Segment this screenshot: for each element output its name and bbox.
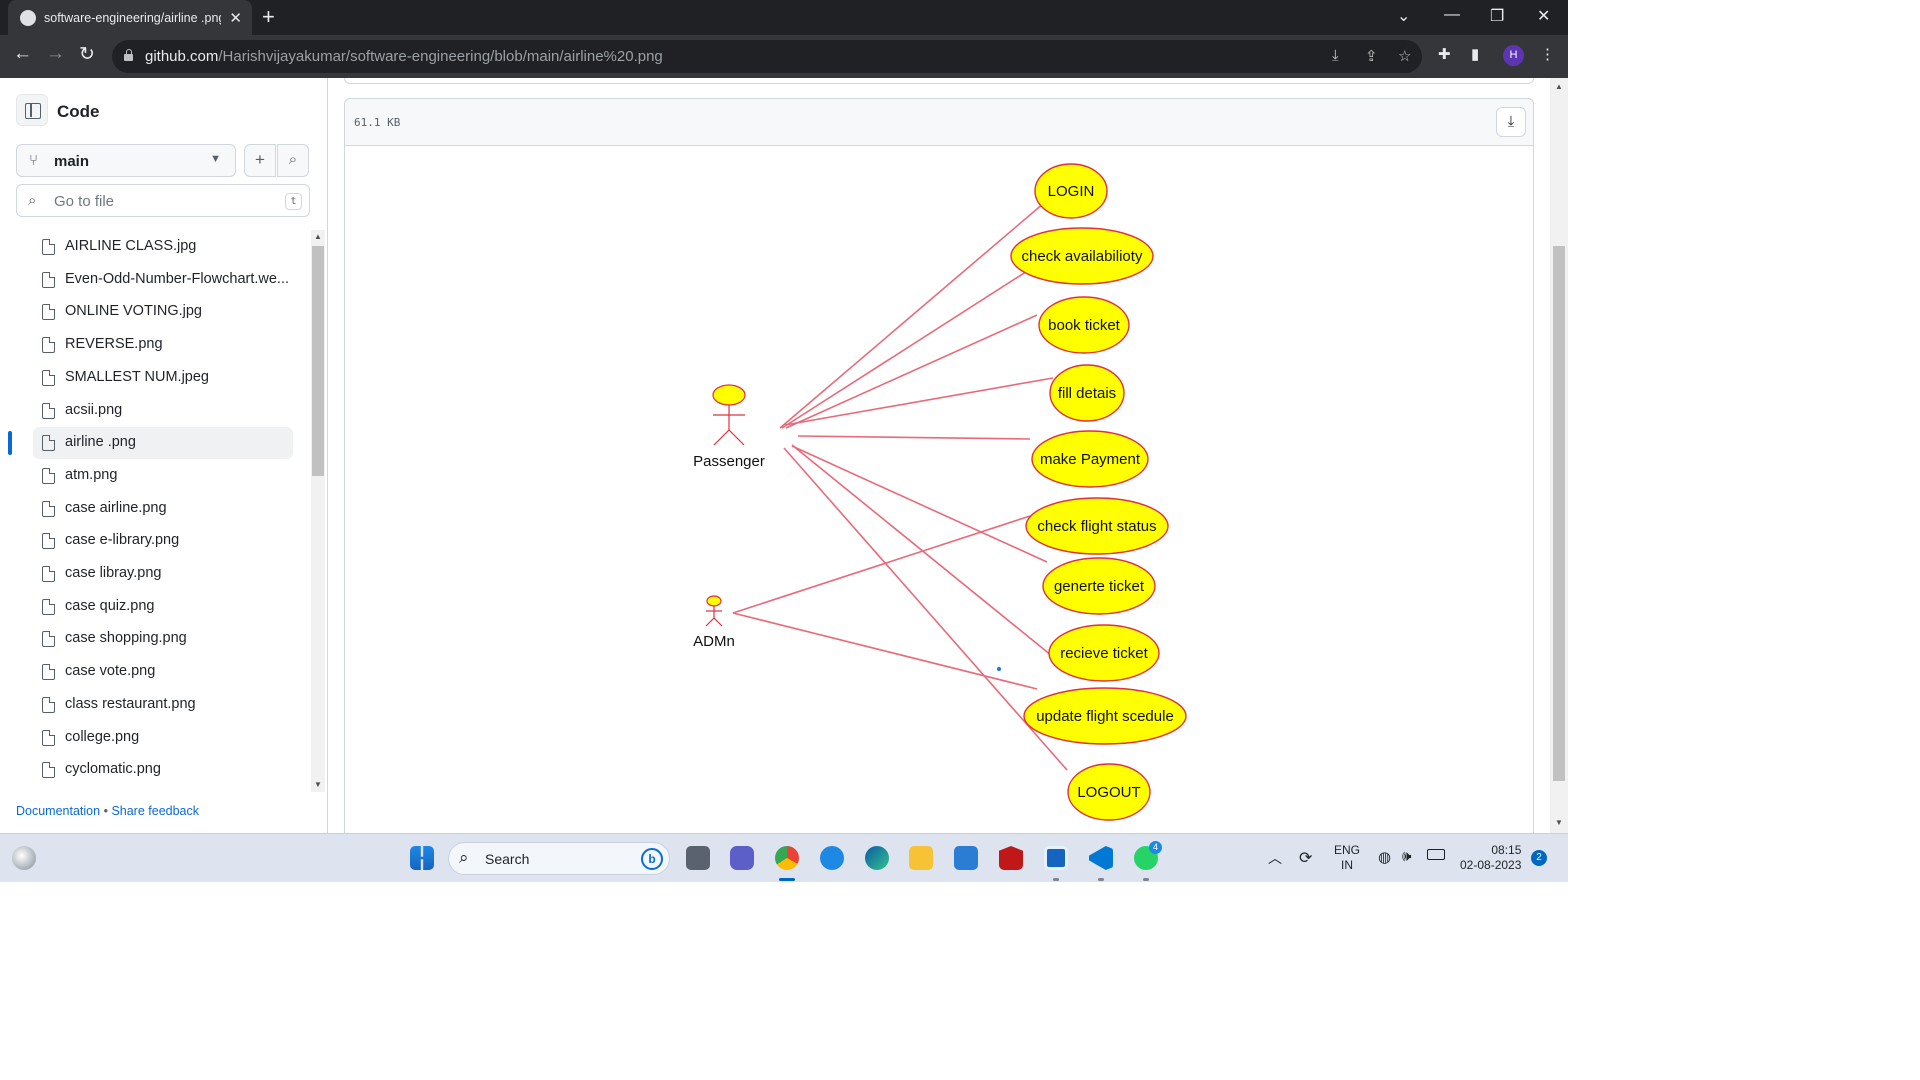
minimize-button[interactable]: — [1444, 6, 1460, 24]
taskbar-search-label: Search [485, 851, 530, 867]
extensions-icon[interactable]: ✚ [1438, 45, 1451, 63]
window-app-icon[interactable] [1044, 846, 1068, 870]
task-view-icon[interactable] [686, 846, 710, 870]
association-line [784, 377, 1054, 426]
battery-icon[interactable] [1427, 849, 1445, 860]
browser-tab[interactable]: software-engineering/airline .png ✕ [8, 0, 252, 35]
vscode-icon[interactable] [1089, 846, 1113, 870]
region-code: IN [1341, 858, 1353, 872]
start-icon[interactable] [410, 846, 434, 870]
association-line [783, 447, 1068, 771]
tab-search-icon[interactable]: ⌄ [1397, 6, 1410, 26]
screen: software-engineering/airline .png ✕ + ⌄ … [0, 0, 1568, 882]
actor-admin: ADMn [693, 595, 735, 650]
use-case-label: generte ticket [1054, 578, 1145, 595]
teams-chat-icon[interactable] [730, 846, 754, 870]
use-case-check_avail: check availabilioty [1010, 227, 1154, 285]
use-case-logout: LOGOUT [1067, 763, 1151, 821]
whatsapp-badge: 4 [1149, 841, 1162, 854]
vscode-running-indicator [1098, 878, 1104, 881]
use-case-label: LOGOUT [1077, 784, 1140, 801]
github-icon [20, 9, 36, 26]
use-case-diagram: LOGIN check availabilioty book ticket fill … [693, 163, 1187, 821]
browser-toolbar: ← → ↻ github.com/Harishvijayakumar/softw… [0, 35, 1568, 78]
search-icon: ⌕ [459, 848, 469, 867]
use-case-label: check flight status [1037, 518, 1156, 535]
app-running-indicator [1053, 878, 1059, 881]
chrome-running-indicator [779, 878, 795, 881]
forward-icon[interactable]: → [46, 43, 65, 65]
association-line [732, 612, 1038, 690]
page-scroll-down-icon[interactable]: ▼ [1555, 818, 1563, 827]
clock-time: 08:15 [1491, 843, 1522, 857]
browser-tab-strip: software-engineering/airline .png ✕ + ⌄ … [0, 0, 1568, 35]
use-case-receive: recieve ticket [1048, 624, 1160, 682]
use-case-label: update flight scedule [1036, 708, 1174, 725]
weather-icon[interactable] [12, 846, 36, 870]
use-case-fill: fill detais [1049, 364, 1125, 422]
address-bar[interactable]: github.com/Harishvijayakumar/software-en… [112, 40, 1422, 73]
url-text: github.com/Harishvijayakumar/software-en… [145, 48, 663, 65]
mcafee-icon[interactable] [999, 846, 1023, 870]
install-icon[interactable]: ⤓ [1332, 47, 1339, 64]
lock-icon [124, 49, 133, 61]
clock-date: 02-08-2023 [1460, 858, 1522, 872]
notification-badge[interactable]: 2 [1531, 850, 1547, 866]
actor-label: ADMn [693, 633, 735, 650]
page-scroll-up-icon[interactable]: ▲ [1555, 82, 1563, 91]
use-case-status: check flight status [1025, 497, 1169, 555]
network-icon[interactable]: ◍ [1378, 848, 1391, 866]
side-panel-icon[interactable]: ▮ [1471, 45, 1479, 63]
use-case-label: recieve ticket [1060, 645, 1148, 662]
use-case-update: update flight scedule [1023, 687, 1187, 745]
bookmark-star-icon[interactable]: ☆ [1398, 47, 1411, 65]
bing-icon[interactable]: b [641, 848, 663, 870]
close-icon[interactable]: ✕ [229, 9, 242, 27]
help-icon[interactable] [820, 846, 844, 870]
cursor-dot [997, 667, 1001, 671]
chrome-icon[interactable] [775, 846, 799, 870]
share-icon[interactable]: ⇪ [1365, 47, 1378, 65]
tray-chevron-up-icon[interactable]: ︿ [1268, 848, 1282, 868]
store-icon[interactable] [954, 846, 978, 870]
use-case-book: book ticket [1038, 296, 1130, 354]
taskbar-search[interactable]: ⌕ Search b [448, 842, 670, 875]
reload-icon[interactable]: ↻ [79, 43, 95, 66]
language-indicator[interactable]: ENG IN [1334, 843, 1360, 873]
new-tab-button[interactable]: + [262, 4, 275, 30]
association-line [797, 435, 1031, 440]
association-line [791, 445, 1048, 563]
back-icon[interactable]: ← [13, 43, 32, 65]
association-line [732, 515, 1031, 614]
tab-title: software-engineering/airline .png [44, 10, 222, 25]
language-code: ENG [1334, 843, 1361, 857]
association-line [791, 444, 1058, 661]
use-case-label: LOGIN [1048, 183, 1095, 200]
file-explorer-icon[interactable] [909, 846, 933, 870]
use-case-label: make Payment [1040, 451, 1141, 468]
profile-avatar[interactable]: H [1503, 45, 1524, 66]
use-case-label: book ticket [1048, 317, 1121, 334]
github-page: Code ⑂ main ▼ + ⌕ ⌕ Go to file t AIRLINE… [0, 78, 1568, 833]
association-line [779, 202, 1045, 429]
use-case-label: check availabilioty [1022, 248, 1143, 265]
window-close-button[interactable]: ✕ [1537, 6, 1550, 26]
windows-taskbar: ⌕ Search b 4 ︿ ⟳ ENG IN ◍ 🕪 08:15 02-08-… [0, 833, 1568, 882]
page-scrollbar-thumb[interactable] [1553, 246, 1565, 781]
restore-button[interactable]: ❐ [1490, 6, 1504, 26]
whatsapp-running-indicator [1143, 878, 1149, 881]
use-case-generate: generte ticket [1042, 557, 1156, 615]
use-case-payment: make Payment [1031, 430, 1149, 488]
use-case-label: fill detais [1058, 385, 1116, 402]
page-scrollbar[interactable]: ▲ ▼ [1550, 78, 1568, 833]
actor-passenger: Passenger [693, 384, 765, 470]
association-line [785, 314, 1038, 429]
clock[interactable]: 08:15 02-08-2023 [1460, 843, 1521, 873]
volume-icon[interactable]: 🕪 [1402, 848, 1411, 865]
menu-icon[interactable]: ⋮ [1540, 45, 1555, 63]
actor-label: Passenger [693, 453, 765, 470]
edge-icon[interactable] [865, 846, 889, 870]
use-case-login: LOGIN [1034, 163, 1108, 219]
sync-icon[interactable]: ⟳ [1299, 848, 1312, 868]
